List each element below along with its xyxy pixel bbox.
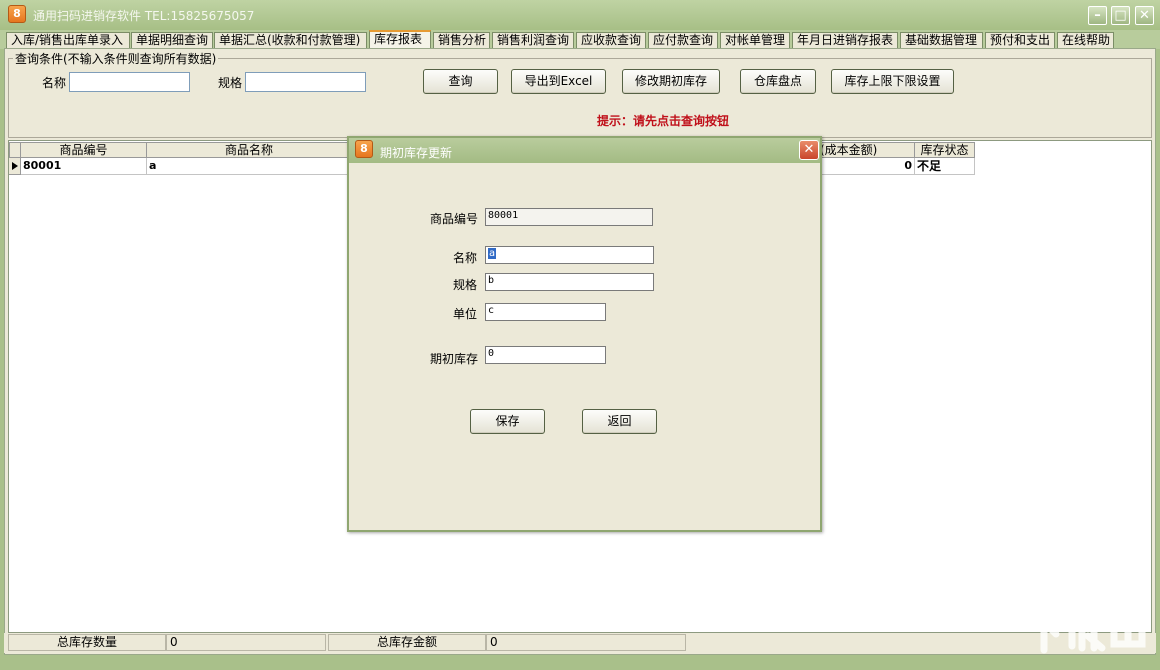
cell-code[interactable]: 80001 [21, 158, 147, 175]
tab-period-report[interactable]: 年月日进销存报表 [792, 32, 898, 49]
stock-limit-settings-button[interactable]: 库存上限下限设置 [831, 69, 954, 94]
dialog-app-icon: 8 [355, 140, 373, 158]
tab-receivables[interactable]: 应收款查询 [576, 32, 646, 49]
total-qty-value: 0 [166, 634, 326, 651]
tab-payables[interactable]: 应付款查询 [648, 32, 718, 49]
column-header-code[interactable]: 商品编号 [21, 142, 147, 158]
dialog-unit-field[interactable]: c [485, 303, 606, 321]
dialog-code-label: 商品编号 [430, 212, 479, 226]
cell-status[interactable]: 不足 [915, 158, 975, 175]
watermark-glyphs [1024, 600, 1146, 654]
tab-document-summary[interactable]: 单据汇总(收款和付款管理) [214, 32, 367, 49]
dialog-spec-label: 规格 [453, 278, 478, 292]
grid-corner-header [9, 142, 21, 158]
tab-inbound-entry[interactable]: 入库/销售出库单录入 [6, 32, 130, 49]
maximize-icon[interactable]: □ [1111, 6, 1130, 25]
dialog-name-field[interactable]: a [485, 246, 654, 264]
column-header-status[interactable]: 库存状态 [915, 142, 975, 158]
tab-inventory-report[interactable]: 库存报表 [369, 30, 431, 50]
dialog-close-icon[interactable]: ✕ [799, 140, 819, 160]
dialog-name-label: 名称 [453, 251, 478, 265]
tab-base-data[interactable]: 基础数据管理 [900, 32, 983, 49]
hint-text: 提示：请先点击查询按钮 [597, 114, 730, 128]
spec-label: 规格 [218, 76, 243, 90]
dialog-code-field[interactable]: 80001 [485, 208, 653, 226]
export-excel-button[interactable]: 导出到Excel [511, 69, 606, 94]
tab-document-details[interactable]: 单据明细查询 [131, 32, 213, 49]
close-icon[interactable]: ✕ [1135, 6, 1154, 25]
query-button[interactable]: 查询 [423, 69, 498, 94]
tab-prepay-expense[interactable]: 预付和支出 [985, 32, 1055, 49]
row-selector-icon[interactable] [9, 158, 21, 175]
dialog-back-button[interactable]: 返回 [582, 409, 657, 434]
edit-opening-stock-button[interactable]: 修改期初库存 [622, 69, 720, 94]
window-title: 通用扫码进销存软件 TEL:15825675057 [33, 9, 255, 23]
tab-sales-profit[interactable]: 销售利润查询 [492, 32, 574, 49]
spec-search-input[interactable] [245, 72, 366, 92]
tab-statements[interactable]: 对帐单管理 [720, 32, 790, 49]
dialog-save-button[interactable]: 保存 [470, 409, 545, 434]
name-label: 名称 [42, 76, 67, 90]
dialog-name-value: a [488, 248, 497, 259]
query-group-label: 查询条件(不输入条件则查询所有数据) [13, 50, 219, 67]
column-header-cost[interactable]: (成本金额) [820, 142, 915, 158]
cell-cost[interactable]: 0 [820, 158, 915, 175]
tab-online-help[interactable]: 在线帮助 [1057, 32, 1114, 49]
total-amount-label: 总库存金额 [328, 634, 486, 651]
dialog-spec-field[interactable]: b [485, 273, 654, 291]
stocktake-button[interactable]: 仓库盘点 [740, 69, 816, 94]
total-qty-label: 总库存数量 [8, 634, 166, 651]
app-logo-icon: 8 [8, 5, 26, 23]
tab-sales-analysis[interactable]: 销售分析 [433, 32, 490, 49]
dialog-unit-label: 单位 [453, 307, 478, 321]
dialog-opening-label: 期初库存 [430, 352, 479, 366]
column-header-name[interactable]: 商品名称 [147, 142, 352, 158]
total-amount-value: 0 [486, 634, 686, 651]
dialog-opening-field[interactable]: 0 [485, 346, 606, 364]
minimize-icon[interactable]: – [1088, 6, 1107, 25]
dialog-title: 期初库存更新 [380, 146, 453, 160]
opening-stock-dialog [347, 136, 822, 532]
cell-name[interactable]: a [147, 158, 352, 175]
name-search-input[interactable] [69, 72, 190, 92]
